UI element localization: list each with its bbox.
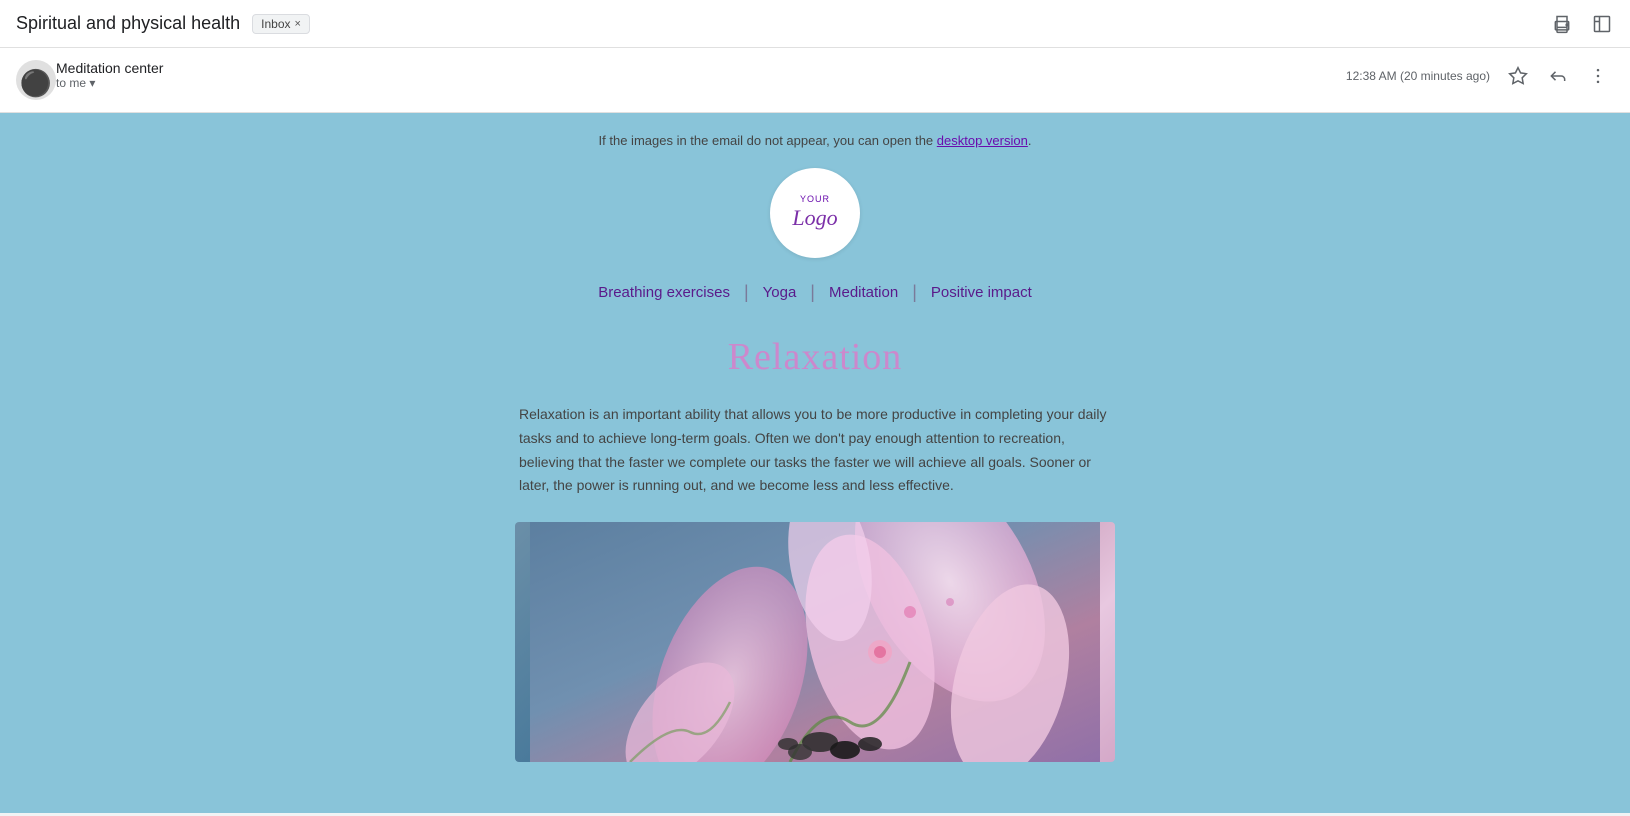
avatar: ⚫: [16, 60, 56, 100]
logo-circle: YOUR Logo: [770, 168, 860, 258]
nav-item-meditation[interactable]: Meditation: [821, 284, 906, 301]
star-button[interactable]: [1502, 60, 1534, 92]
inbox-badge: Inbox ×: [252, 14, 310, 34]
logo-container: YOUR Logo: [515, 168, 1115, 258]
relaxation-text: Relaxation is an important ability that …: [515, 403, 1115, 498]
desktop-notice: If the images in the email do not appear…: [515, 133, 1115, 148]
notice-period: .: [1028, 133, 1032, 148]
logo-text: YOUR Logo: [792, 194, 837, 231]
flower-image: [515, 522, 1115, 762]
logo-logo-text: Logo: [792, 205, 837, 231]
to-label: to me: [56, 76, 86, 90]
open-new-window-icon[interactable]: [1590, 12, 1614, 36]
gmail-outer: Spiritual and physical health Inbox ×: [0, 0, 1630, 816]
top-bar: Spiritual and physical health Inbox ×: [0, 0, 1630, 48]
nav-menu: Breathing exercises | Yoga | Meditation …: [515, 282, 1115, 303]
logo-your-text: YOUR: [792, 194, 837, 205]
sender-name: Meditation center: [56, 60, 1346, 76]
relaxation-title: Relaxation: [515, 335, 1115, 379]
email-content: If the images in the email do not appear…: [515, 113, 1115, 782]
email-actions: [1502, 60, 1614, 92]
email-header: ⚫ Meditation center to me ▾ 12:38 AM (20…: [0, 48, 1630, 113]
nav-sep-1: |: [738, 282, 755, 303]
nav-item-positive[interactable]: Positive impact: [923, 284, 1040, 301]
sender-info: Meditation center to me ▾: [56, 60, 1346, 90]
avatar-icon: ⚫: [20, 70, 52, 96]
desktop-version-link[interactable]: desktop version: [937, 133, 1028, 148]
top-bar-right: [1550, 12, 1614, 36]
email-meta: 12:38 AM (20 minutes ago): [1346, 60, 1614, 92]
inbox-badge-close[interactable]: ×: [295, 18, 301, 30]
reply-button[interactable]: [1542, 60, 1574, 92]
top-bar-left: Spiritual and physical health Inbox ×: [16, 13, 310, 34]
print-icon[interactable]: [1550, 12, 1574, 36]
more-options-button[interactable]: [1582, 60, 1614, 92]
nav-sep-2: |: [804, 282, 821, 303]
nav-item-breathing[interactable]: Breathing exercises: [590, 284, 738, 301]
nav-sep-3: |: [906, 282, 923, 303]
email-time: 12:38 AM (20 minutes ago): [1346, 69, 1490, 83]
email-body: If the images in the email do not appear…: [0, 113, 1630, 813]
notice-text: If the images in the email do not appear…: [599, 133, 934, 148]
inbox-badge-label: Inbox: [261, 17, 290, 31]
to-me[interactable]: to me ▾: [56, 76, 1346, 90]
to-arrow: ▾: [89, 76, 95, 90]
nav-item-yoga[interactable]: Yoga: [755, 284, 805, 301]
flower-svg: [515, 522, 1115, 762]
email-subject: Spiritual and physical health: [16, 13, 240, 34]
